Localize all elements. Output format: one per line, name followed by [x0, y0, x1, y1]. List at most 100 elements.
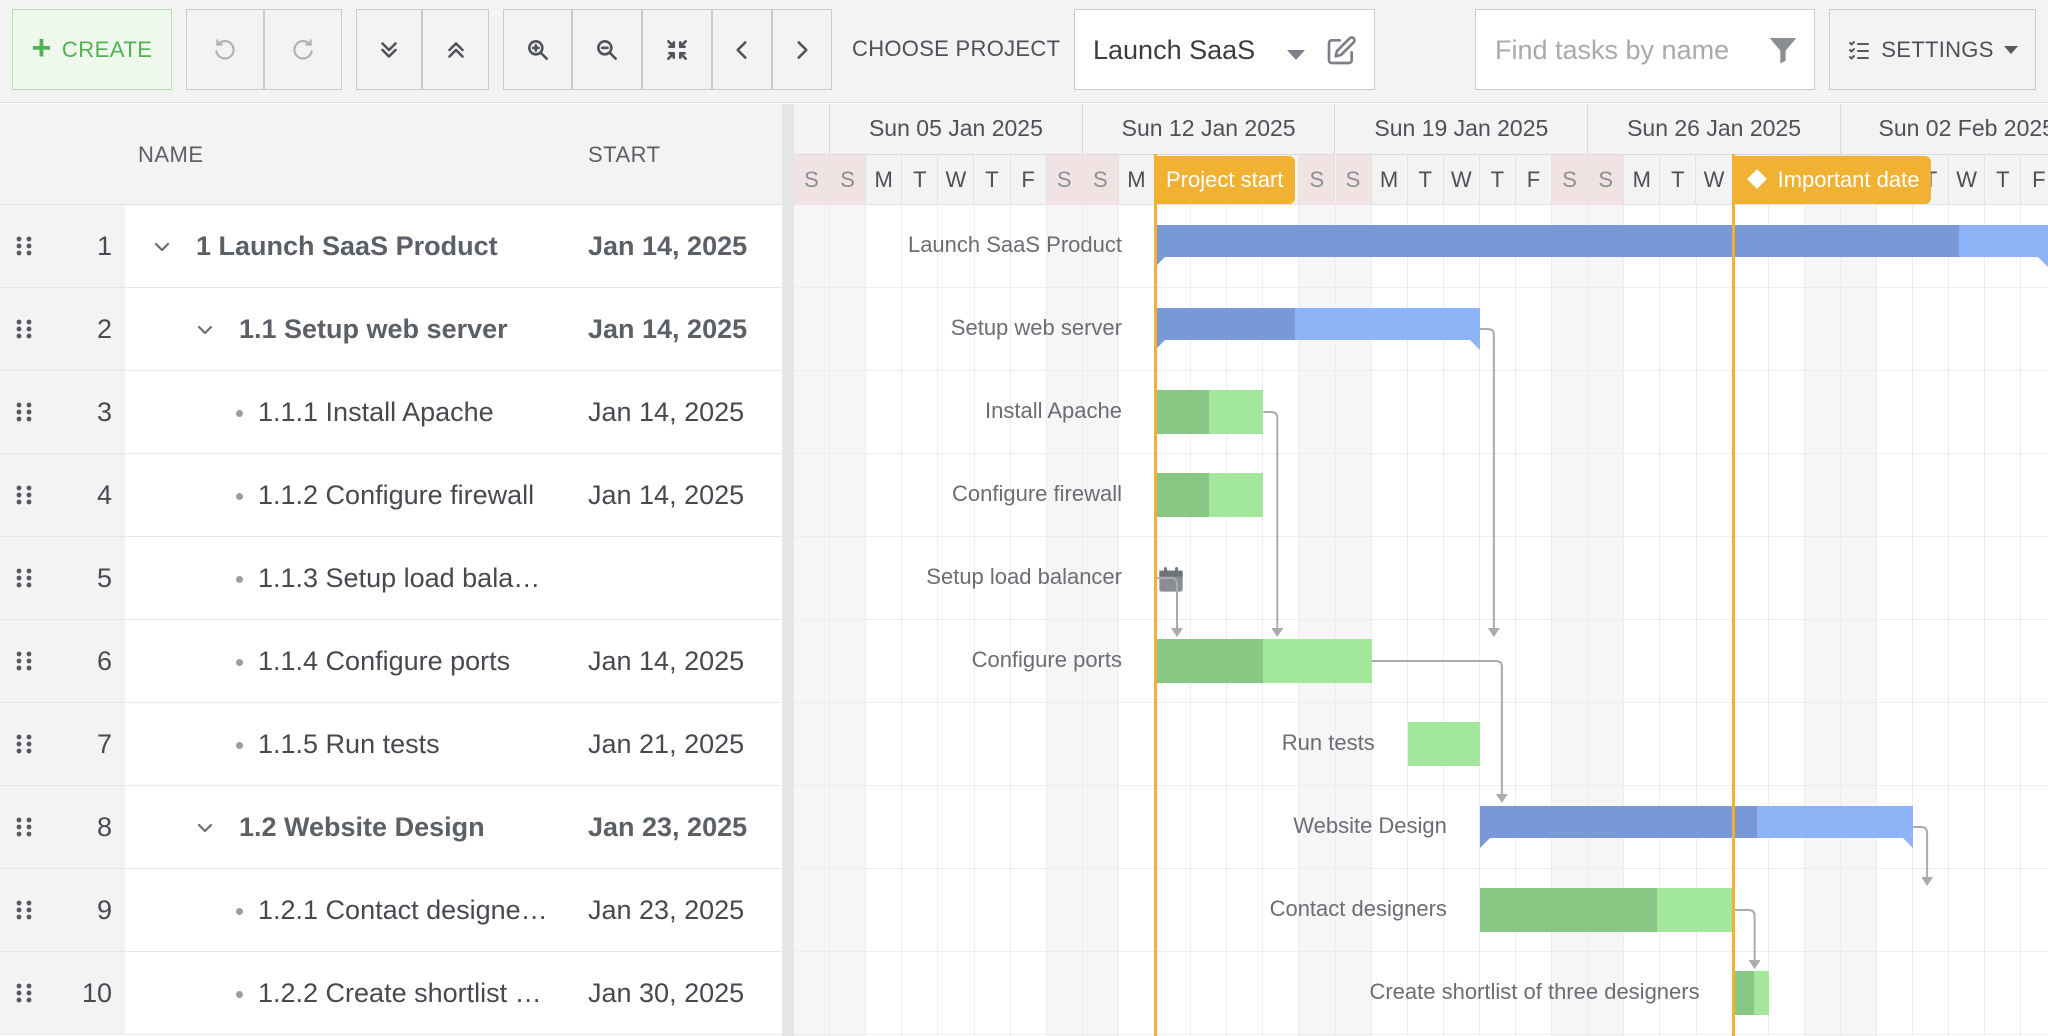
- grid-row[interactable]: 5 1.1.3 Setup load bala…: [0, 537, 782, 620]
- zoom-to-fit-button[interactable]: [642, 9, 712, 90]
- column-header-name[interactable]: NAME: [138, 142, 204, 168]
- grid-row[interactable]: 6 1.1.4 Configure ports Jan 14, 2025: [0, 620, 782, 703]
- task-name[interactable]: 1.1.1 Install Apache: [258, 397, 494, 428]
- task-name[interactable]: 1.1.2 Configure firewall: [258, 480, 534, 511]
- caret-down-icon: [2003, 45, 2018, 54]
- time-marker-line: [1731, 154, 1735, 1036]
- dependency-arrow: [1748, 960, 1761, 969]
- column-header-start[interactable]: START: [588, 142, 661, 168]
- task-start-date[interactable]: Jan 14, 2025: [588, 314, 747, 345]
- bullet-icon: [236, 410, 243, 417]
- row-number: 4: [96, 480, 112, 510]
- bullet-icon: [236, 742, 243, 749]
- edit-icon[interactable]: [1325, 35, 1357, 67]
- task-name[interactable]: 1.1.3 Setup load bala…: [258, 563, 540, 594]
- chevron-down-icon[interactable]: [197, 322, 213, 338]
- next-button[interactable]: [772, 9, 832, 90]
- dependency-arrow: [1271, 628, 1284, 637]
- grid-header: NAME START: [0, 104, 782, 205]
- task-start-date[interactable]: Jan 30, 2025: [588, 978, 744, 1009]
- drag-handle-icon[interactable]: [16, 817, 32, 837]
- double-chevron-up-icon: [447, 41, 464, 58]
- bullet-icon: [236, 991, 243, 998]
- task-name[interactable]: 1.2.2 Create shortlist …: [258, 978, 542, 1009]
- grid-row[interactable]: 9 1.2.1 Contact designe… Jan 23, 2025: [0, 869, 782, 952]
- expand-all-button[interactable]: [356, 9, 422, 90]
- task-name[interactable]: 1 Launch SaaS Product: [196, 231, 498, 262]
- create-label: CREATE: [61, 36, 153, 62]
- grid-row[interactable]: 2 1.1 Setup web server Jan 14, 2025: [0, 288, 782, 371]
- grid-timeline-splitter[interactable]: [782, 104, 794, 1036]
- settings-button[interactable]: SETTINGS: [1829, 9, 2036, 90]
- task-name[interactable]: 1.1 Setup web server: [239, 314, 508, 345]
- drag-handle-icon[interactable]: [16, 983, 32, 1003]
- grid-row[interactable]: 3 1.1.1 Install Apache Jan 14, 2025: [0, 371, 782, 454]
- zoom-out-button[interactable]: [572, 9, 642, 90]
- compress-icon: [667, 39, 687, 60]
- task-start-date[interactable]: Jan 14, 2025: [588, 397, 744, 428]
- task-start-date[interactable]: Jan 14, 2025: [588, 480, 744, 511]
- zoom-in-button[interactable]: [503, 9, 572, 90]
- drag-handle-icon[interactable]: [16, 734, 32, 754]
- redo-icon: [293, 38, 313, 60]
- dependency-line[interactable]: [1371, 660, 1503, 795]
- search-placeholder: Find tasks by name: [1495, 35, 1730, 65]
- dependency-arrow: [1495, 794, 1508, 803]
- task-start-date[interactable]: Jan 14, 2025: [588, 646, 744, 677]
- chevron-down-icon[interactable]: [197, 820, 213, 836]
- row-number: 3: [96, 397, 112, 427]
- task-start-date[interactable]: Jan 23, 2025: [588, 895, 744, 926]
- drag-handle-icon[interactable]: [16, 900, 32, 920]
- task-start-date[interactable]: Jan 21, 2025: [588, 729, 744, 760]
- gantt-timeline: Sun 05 Jan 2025 Sun 12 Jan 2025 Sun 19 Jan…: [794, 104, 2048, 1036]
- project-select[interactable]: Launch SaaS: [1074, 9, 1375, 90]
- previous-button[interactable]: [712, 9, 772, 90]
- task-name[interactable]: 1.1.4 Configure ports: [258, 646, 510, 677]
- grid-row[interactable]: 8 1.2 Website Design Jan 23, 2025: [0, 786, 782, 869]
- filter-icon[interactable]: [1767, 34, 1799, 66]
- row-number: 8: [96, 812, 112, 842]
- drag-handle-icon[interactable]: [16, 236, 32, 256]
- drag-handle-icon[interactable]: [16, 651, 32, 671]
- diamond-icon: [1746, 169, 1767, 189]
- task-name[interactable]: 1.2.1 Contact designe…: [258, 895, 548, 926]
- task-name[interactable]: 1.1.5 Run tests: [258, 729, 440, 760]
- row-number: 7: [96, 729, 112, 759]
- row-number: 1: [96, 231, 112, 261]
- drag-handle-icon[interactable]: [16, 568, 32, 588]
- drag-handle-icon[interactable]: [16, 402, 32, 422]
- zoom-out-icon: [597, 39, 617, 60]
- bullet-icon: [236, 576, 243, 583]
- drag-handle-icon[interactable]: [16, 319, 32, 339]
- grid-row[interactable]: 4 1.1.2 Configure firewall Jan 14, 2025: [0, 454, 782, 537]
- dependency-line[interactable]: [1913, 826, 1929, 878]
- dependency-arrow: [1171, 628, 1183, 637]
- undo-button[interactable]: [186, 9, 264, 90]
- create-button[interactable]: + CREATE: [12, 9, 172, 90]
- dependency-line[interactable]: [1479, 328, 1495, 629]
- redo-button[interactable]: [264, 9, 342, 90]
- row-number: 6: [96, 646, 112, 676]
- dependency-layer: [1155, 328, 1934, 969]
- task-search-input[interactable]: Find tasks by name: [1475, 9, 1815, 90]
- grid-row[interactable]: 1 1 Launch SaaS Product Jan 14, 2025: [0, 205, 782, 288]
- grid-row[interactable]: 10 1.2.2 Create shortlist … Jan 30, 2025: [0, 952, 782, 1035]
- time-marker-tag[interactable]: Project start: [1154, 156, 1296, 204]
- row-number: 10: [81, 978, 112, 1008]
- chevron-down-icon[interactable]: [154, 239, 170, 255]
- task-grid: NAME START 1 1 Launch SaaS Product Jan 14,…: [0, 104, 782, 1036]
- time-marker-tag[interactable]: Important date: [1731, 156, 1932, 204]
- task-start-date[interactable]: Jan 14, 2025: [588, 231, 747, 262]
- dependency-line[interactable]: [1155, 577, 1178, 629]
- checklist-icon: [1849, 40, 1870, 59]
- grid-row[interactable]: 7 1.1.5 Run tests Jan 21, 2025: [0, 703, 782, 786]
- dependency-line[interactable]: [1263, 411, 1279, 629]
- dependency-line[interactable]: [1732, 909, 1756, 961]
- task-name[interactable]: 1.2 Website Design: [239, 812, 485, 843]
- double-chevron-down-icon: [381, 41, 397, 58]
- project-value: Launch SaaS: [1093, 35, 1256, 65]
- task-start-date[interactable]: Jan 23, 2025: [588, 812, 747, 843]
- drag-handle-icon[interactable]: [16, 485, 32, 505]
- dependency-arrow: [1487, 628, 1500, 637]
- collapse-all-button[interactable]: [422, 9, 489, 90]
